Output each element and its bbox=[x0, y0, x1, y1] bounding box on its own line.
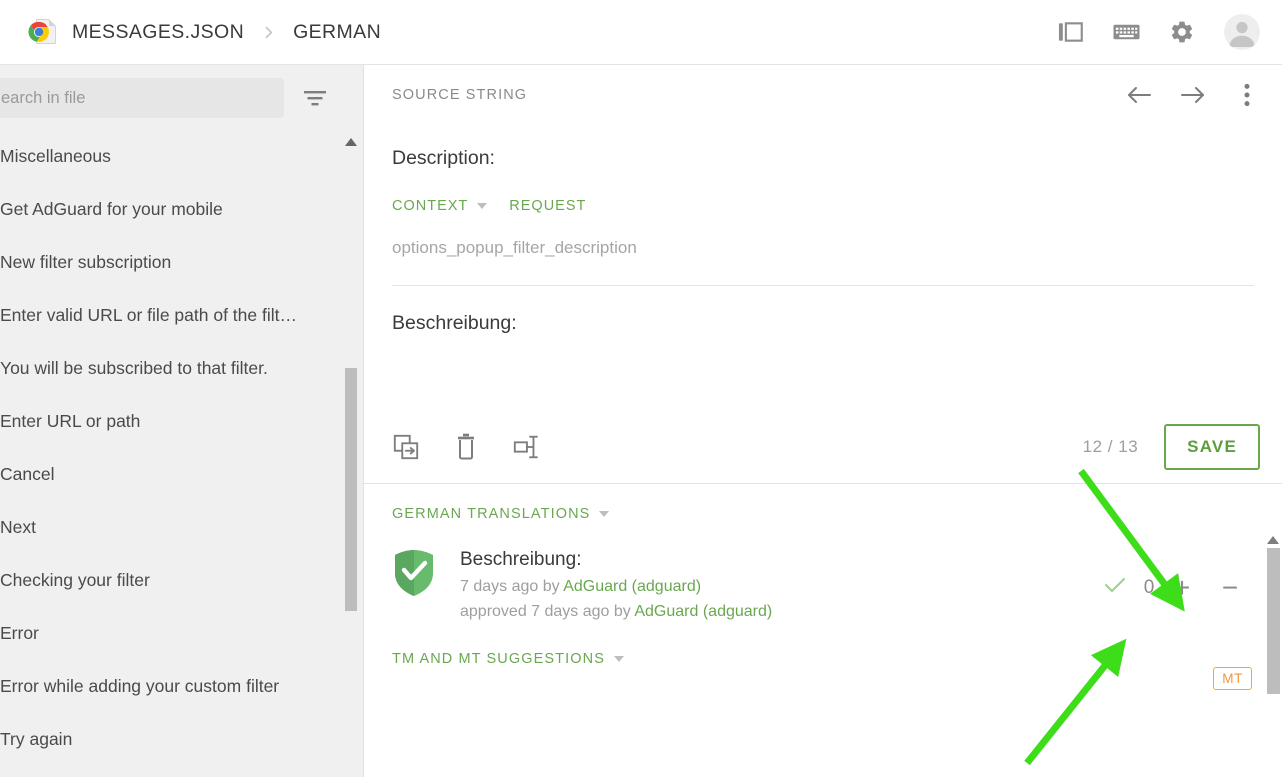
source-tabs: CONTEXT REQUEST bbox=[392, 170, 1254, 214]
list-item[interactable]: Try again bbox=[0, 713, 363, 766]
copy-source-icon[interactable] bbox=[392, 433, 420, 461]
editor-toolbar-right: 12 / 13 SAVE bbox=[1083, 424, 1260, 470]
approved-check-icon[interactable] bbox=[1104, 576, 1126, 599]
app-root: MESSAGES.JSON GERMAN earch in file Misce… bbox=[0, 0, 1282, 777]
editor-toolbar-icons bbox=[392, 433, 540, 461]
string-list: Miscellaneous Get AdGuard for your mobil… bbox=[0, 130, 363, 777]
vote-down-button[interactable]: − bbox=[1206, 573, 1254, 603]
list-item[interactable]: Enter valid URL or file path of the filt… bbox=[0, 289, 363, 342]
gear-icon[interactable] bbox=[1168, 18, 1196, 46]
breadcrumb-language[interactable]: GERMAN bbox=[293, 21, 381, 44]
list-item-label: Cancel bbox=[0, 464, 55, 484]
more-options-kebab-icon[interactable] bbox=[1234, 82, 1260, 108]
vote-count: 0 bbox=[1143, 576, 1155, 598]
translation-approved-author[interactable]: AdGuard (adguard) bbox=[634, 603, 772, 620]
translation-input-value: Beschreibung: bbox=[392, 312, 517, 334]
tab-request[interactable]: REQUEST bbox=[509, 198, 586, 214]
list-item-label: Next bbox=[0, 517, 36, 537]
vote-group: 0 + − bbox=[1104, 554, 1254, 621]
list-item[interactable]: You will be subscribed to that filter. bbox=[0, 342, 363, 395]
list-item[interactable]: Next bbox=[0, 501, 363, 554]
editor-toolbar: 12 / 13 SAVE bbox=[364, 411, 1282, 483]
vote-up-button[interactable]: + bbox=[1158, 573, 1206, 603]
chevron-down-icon bbox=[477, 203, 488, 209]
list-item[interactable]: New filter subscription bbox=[0, 236, 363, 289]
chrome-file-icon bbox=[28, 17, 58, 47]
source-string-text: Description: bbox=[392, 147, 495, 169]
list-item-label: Miscellaneous bbox=[0, 146, 111, 166]
sidebar-scrollbar-thumb[interactable] bbox=[345, 368, 357, 611]
insert-tag-icon[interactable] bbox=[512, 433, 540, 461]
filter-icon[interactable] bbox=[302, 87, 328, 114]
arrow-left-icon[interactable] bbox=[1126, 82, 1152, 108]
list-item-label: Checking your filter bbox=[0, 570, 150, 590]
chevron-down-icon bbox=[599, 511, 610, 517]
chevron-right-icon bbox=[260, 24, 277, 41]
panel-layout-icon[interactable] bbox=[1056, 18, 1084, 46]
tm-mt-suggestions-header[interactable]: TM AND MT SUGGESTIONS bbox=[392, 621, 1254, 667]
list-item-label: Enter valid URL or file path of the filt… bbox=[0, 305, 297, 325]
translation-row: Beschreibung: 7 days ago by AdGuard (adg… bbox=[392, 522, 1254, 621]
translation-value: Beschreibung: bbox=[460, 549, 582, 570]
list-item[interactable]: Enter URL or path bbox=[0, 395, 363, 448]
list-item-label: Error while adding your custom filter bbox=[0, 676, 280, 696]
breadcrumb: MESSAGES.JSON GERMAN bbox=[0, 17, 381, 47]
translation-meta-approved: approved 7 days ago by AdGuard (adguard) bbox=[460, 603, 1104, 621]
editor-scrollbar-thumb[interactable] bbox=[1267, 548, 1280, 694]
editor-panel: SOURCE STRING Description: CONTEXT REQUE… bbox=[364, 65, 1282, 777]
tab-context-label: CONTEXT bbox=[392, 198, 469, 214]
editor-nav-actions bbox=[1126, 82, 1260, 108]
list-item-label: New filter subscription bbox=[0, 252, 172, 272]
list-item-label: You will be subscribed to that filter. bbox=[0, 358, 268, 378]
editor-scroll-up-arrow[interactable] bbox=[1266, 532, 1280, 544]
tab-request-label: REQUEST bbox=[509, 198, 587, 214]
tab-context[interactable]: CONTEXT bbox=[392, 198, 488, 214]
chevron-down-icon bbox=[613, 656, 624, 662]
tm-mt-suggestions-label: TM AND MT SUGGESTIONS bbox=[392, 651, 605, 667]
list-item[interactable]: Get AdGuard for your mobile bbox=[0, 183, 363, 236]
character-counter: 12 / 13 bbox=[1082, 437, 1139, 456]
list-item-label: Error bbox=[0, 623, 39, 643]
list-item[interactable]: Cancel bbox=[0, 448, 363, 501]
search-placeholder: earch in file bbox=[1, 88, 86, 107]
keyboard-icon[interactable] bbox=[1112, 18, 1140, 46]
translation-meta-time: 7 days ago by bbox=[460, 578, 564, 595]
delete-icon[interactable] bbox=[452, 433, 480, 461]
list-item[interactable]: Error bbox=[0, 607, 363, 660]
list-item[interactable]: Checking your filter bbox=[0, 554, 363, 607]
list-item[interactable]: Error while adding your custom filter bbox=[0, 660, 363, 713]
breadcrumb-file-name[interactable]: MESSAGES.JSON bbox=[72, 21, 244, 44]
mt-badge: MT bbox=[1213, 667, 1252, 690]
translation-input-area[interactable]: Beschreibung: bbox=[364, 286, 1282, 335]
arrow-right-icon[interactable] bbox=[1180, 82, 1206, 108]
list-item-label: Enter URL or path bbox=[0, 411, 141, 431]
translation-approved-prefix: approved 7 days ago by bbox=[460, 603, 635, 620]
search-input[interactable]: earch in file bbox=[0, 78, 284, 118]
source-section-label: SOURCE STRING bbox=[392, 87, 528, 103]
translation-meta-created: 7 days ago by AdGuard (adguard) bbox=[460, 578, 1104, 596]
sidebar-scroll-up-arrow[interactable] bbox=[344, 134, 358, 146]
top-bar-actions bbox=[1056, 14, 1282, 50]
translations-section: GERMAN TRANSLATIONS Beschreibung: 7 days… bbox=[364, 484, 1282, 690]
save-button[interactable]: SAVE bbox=[1164, 424, 1260, 470]
list-item[interactable]: Miscellaneous bbox=[0, 130, 363, 183]
translation-details: Beschreibung: 7 days ago by AdGuard (adg… bbox=[460, 549, 1104, 621]
adguard-approved-shield-icon bbox=[392, 549, 436, 597]
context-key-text: options_popup_filter_description bbox=[392, 238, 637, 257]
top-bar: MESSAGES.JSON GERMAN bbox=[0, 0, 1282, 65]
sidebar: earch in file Miscellaneous Get AdGuard … bbox=[0, 65, 364, 777]
account-avatar-icon[interactable] bbox=[1224, 14, 1260, 50]
translations-header[interactable]: GERMAN TRANSLATIONS bbox=[392, 484, 1254, 522]
list-item-label: Try again bbox=[0, 729, 73, 749]
list-item-label: Get AdGuard for your mobile bbox=[0, 199, 223, 219]
translation-meta-author[interactable]: AdGuard (adguard) bbox=[563, 578, 701, 595]
translations-section-label: GERMAN TRANSLATIONS bbox=[392, 506, 591, 522]
source-string-header: SOURCE STRING bbox=[364, 65, 1282, 125]
source-string-body: Description: CONTEXT REQUEST options_pop… bbox=[364, 125, 1282, 286]
search-row: earch in file bbox=[0, 65, 363, 130]
